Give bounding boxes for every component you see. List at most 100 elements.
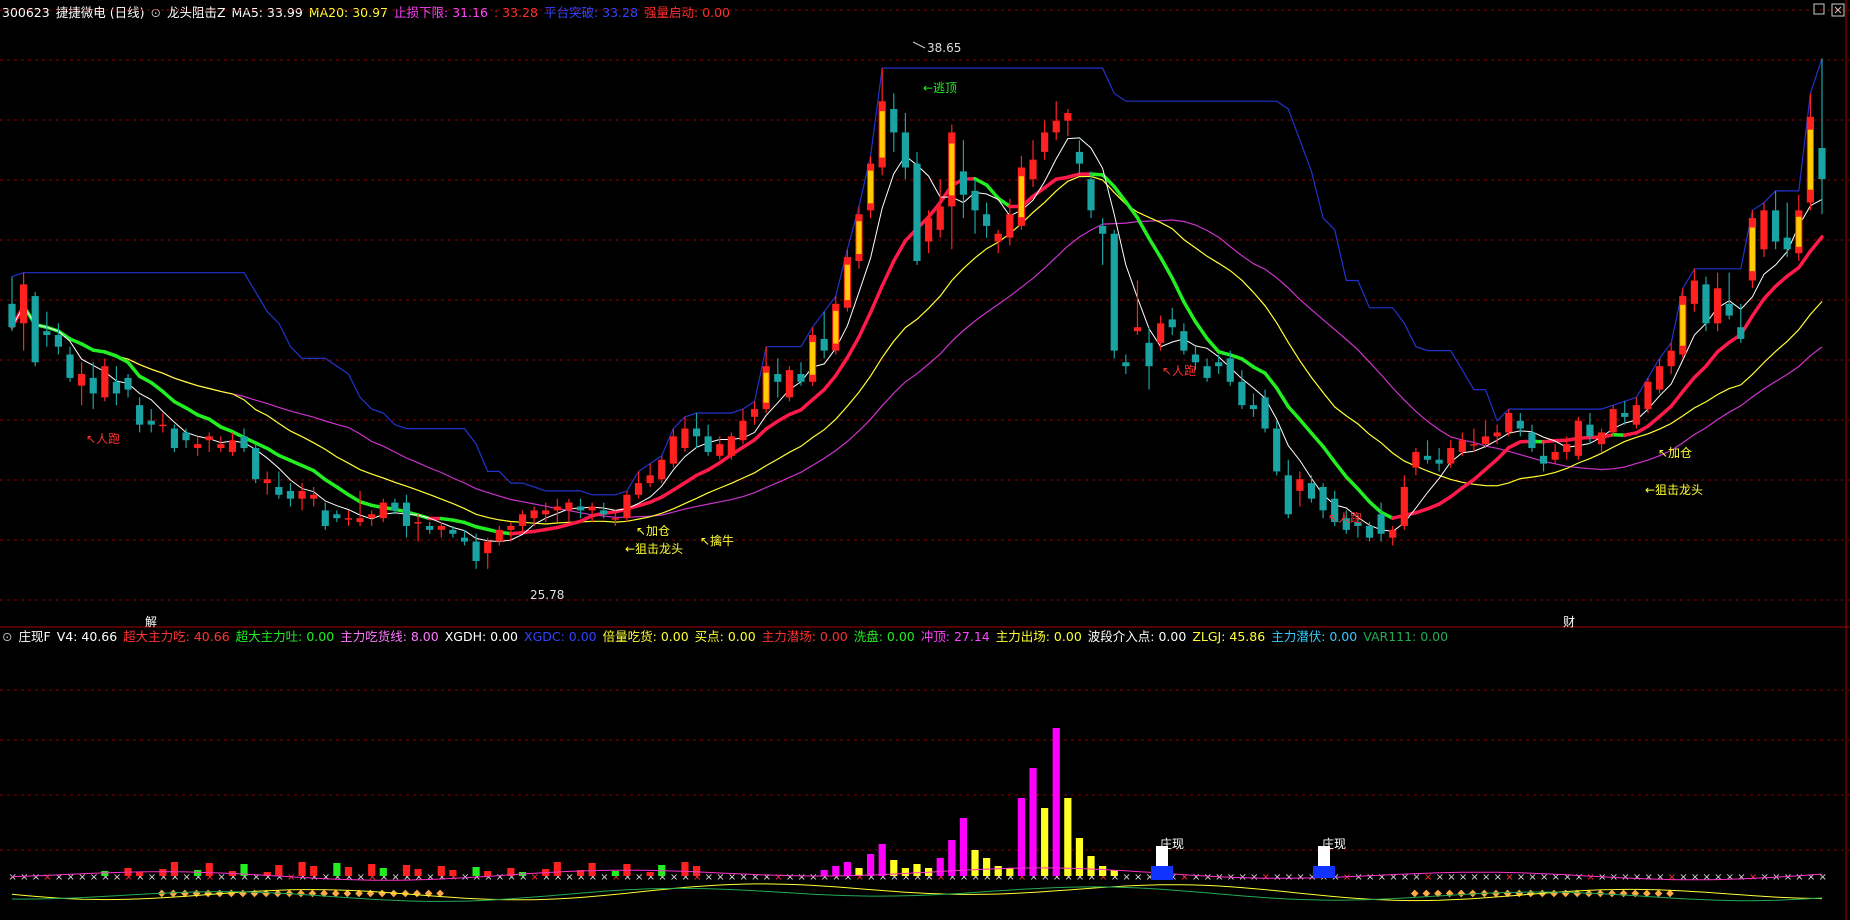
ma10-segment	[462, 520, 478, 529]
baseline-marker: ×	[1749, 872, 1757, 883]
candle-body	[1226, 358, 1234, 382]
volume-signal-bar	[878, 844, 886, 876]
candle-body	[1632, 405, 1640, 425]
signal-bar	[194, 870, 202, 876]
ma10-segment	[1124, 200, 1140, 220]
volume-signal-bar	[913, 864, 921, 876]
signal-bar	[170, 862, 179, 876]
candle-body	[1458, 440, 1466, 452]
candlestick	[983, 202, 991, 238]
candle-body	[1563, 444, 1571, 452]
baseline-marker: ×	[1517, 872, 1525, 883]
baseline-marker: ×	[1215, 872, 1223, 883]
ma10-segment	[300, 463, 316, 473]
ma10-segment	[335, 485, 351, 497]
candle-body	[1029, 159, 1037, 180]
candle-body	[727, 436, 735, 456]
candle-body	[124, 377, 132, 390]
signal-bar	[298, 862, 306, 876]
candle-body	[925, 218, 933, 242]
baseline-marker: ×	[774, 872, 782, 883]
kline-chart[interactable]: × × × × × × × × × × × × × × × × × × × × × × × × × × × × × × × × × × × × × × × ×…	[0, 0, 1850, 920]
escape-top-label: ←逃顶	[923, 81, 957, 95]
ma10-segment	[161, 389, 177, 404]
baseline-marker: ×	[1482, 872, 1490, 883]
candle-body	[298, 490, 306, 499]
candlestick	[1702, 276, 1710, 332]
candle-body	[692, 428, 701, 437]
ma10-segment	[1344, 475, 1360, 491]
candle-body	[623, 494, 631, 519]
add-position-label-2: ↖加仓	[1658, 446, 1692, 460]
candlestick	[808, 327, 817, 386]
signal-bar	[379, 868, 387, 876]
candlestick	[194, 436, 202, 456]
candlestick	[739, 409, 747, 445]
candlestick	[136, 397, 144, 433]
restore-icon[interactable]	[1813, 3, 1825, 15]
candle-body	[1099, 225, 1107, 234]
ma10-segment	[1808, 235, 1824, 254]
candlestick	[1760, 202, 1768, 258]
diamond-marker: ◆	[1515, 888, 1523, 899]
candlestick	[727, 432, 735, 460]
baseline-marker: ×	[1354, 872, 1362, 883]
candle-body	[252, 448, 260, 480]
candlestick	[913, 151, 921, 265]
signal-bar	[472, 867, 480, 876]
signal-bar	[205, 863, 213, 876]
candlesticks[interactable]	[8, 58, 1826, 569]
volume-signal-bar	[971, 850, 979, 876]
candle-body	[449, 529, 457, 534]
ma10-segment	[79, 342, 95, 352]
ma10-segment	[1762, 284, 1778, 301]
candle-body	[1110, 233, 1118, 351]
candle-body	[1261, 397, 1269, 429]
grid-lines	[0, 0, 1850, 920]
candlestick	[20, 272, 28, 351]
candlestick	[1180, 323, 1188, 355]
candle-highlight	[833, 310, 839, 344]
candle-highlight	[856, 221, 862, 254]
candlestick	[1296, 471, 1304, 507]
ma10-segment	[741, 438, 757, 450]
baseline-marker: ×	[1366, 872, 1374, 883]
candlestick	[692, 412, 701, 449]
candle-highlight	[867, 170, 874, 204]
candlestick	[1644, 377, 1652, 413]
candlestick	[1586, 412, 1594, 445]
marker-cai[interactable]: 财	[1563, 615, 1575, 629]
candle-body	[1516, 420, 1524, 429]
ma10-segment	[1785, 265, 1801, 278]
candle-body	[565, 502, 573, 511]
candle-body	[1667, 350, 1675, 367]
diamond-marker: ◆	[1562, 888, 1570, 899]
candlestick	[170, 424, 179, 452]
candle-body	[750, 409, 759, 417]
ma10-segment	[1681, 375, 1697, 394]
ma10-segment	[1623, 431, 1639, 437]
signal-bar	[402, 865, 411, 876]
diamond-marker: ◆	[251, 888, 259, 899]
ma10-segment	[799, 397, 815, 412]
ma10-segment	[1750, 297, 1766, 318]
candlestick	[704, 424, 712, 456]
candlestick	[1528, 424, 1536, 452]
baseline-marker: ×	[635, 872, 643, 883]
candlestick	[321, 502, 329, 530]
candlestick	[8, 276, 16, 332]
baseline-marker: ×	[55, 872, 63, 883]
baseline-marker: ×	[1714, 872, 1722, 883]
diamond-marker: ◆	[239, 888, 247, 899]
candle-body	[1702, 284, 1710, 324]
zhuang-xian-marker-1: 庄现	[1151, 836, 1184, 880]
candlestick	[228, 432, 237, 456]
marker-jie[interactable]: 解	[145, 615, 157, 629]
candle-body	[1400, 487, 1408, 526]
baseline-marker: ×	[1679, 872, 1687, 883]
candlestick	[576, 498, 585, 519]
ma10-segment	[810, 387, 826, 402]
diamond-marker: ◆	[204, 888, 212, 899]
ma10-segment	[857, 310, 873, 339]
baseline-marker: ×	[1819, 872, 1827, 883]
